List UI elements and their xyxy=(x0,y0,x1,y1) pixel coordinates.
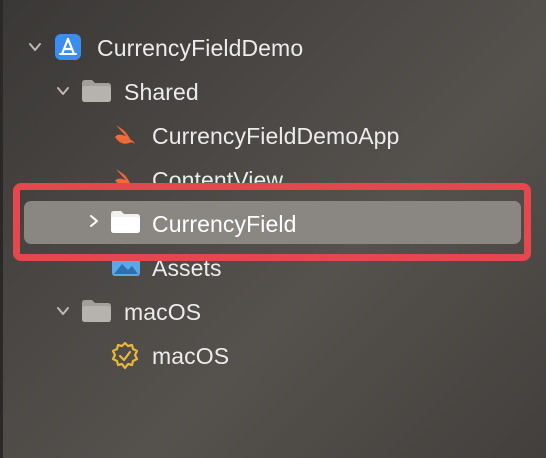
folder-icon xyxy=(82,300,111,322)
chevron-down-icon[interactable] xyxy=(56,304,70,318)
swift-icon xyxy=(115,125,135,144)
tree-item-label: macOS xyxy=(124,299,202,325)
tree-item-label: macOS xyxy=(152,343,230,369)
tree-item-label: CurrencyFieldDemo xyxy=(97,35,304,61)
xcode-project-icon xyxy=(55,34,81,60)
tree-item-label: CurrencyFieldDemoApp xyxy=(152,123,400,149)
annotation-highlight-box xyxy=(13,183,531,261)
folder-icon xyxy=(82,80,111,102)
entitlements-badge-icon xyxy=(111,341,139,370)
chevron-down-icon[interactable] xyxy=(28,40,42,54)
tree-item-label: Shared xyxy=(124,79,199,105)
window-edge xyxy=(0,0,3,458)
chevron-down-icon[interactable] xyxy=(56,84,70,98)
